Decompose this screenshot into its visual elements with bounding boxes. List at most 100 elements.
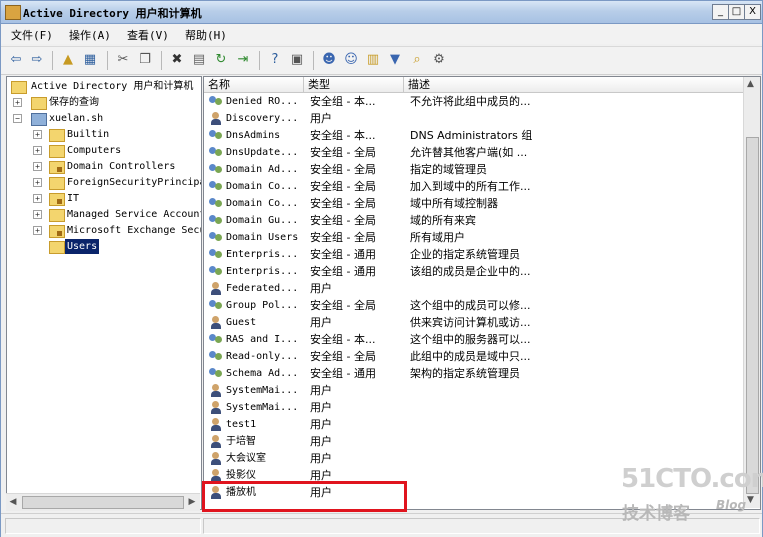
group-icon (209, 95, 223, 108)
folder-icon (49, 209, 65, 222)
cell-name: DnsAdmins (226, 130, 281, 141)
help-icon[interactable]: ? (266, 52, 284, 68)
menu-help[interactable]: 帮助(H) (185, 27, 227, 43)
cell-name: SystemMai... (226, 402, 299, 413)
scroll-thumb[interactable] (22, 496, 184, 509)
list-row[interactable]: Discovery... 用户 (204, 110, 744, 127)
scroll-right-icon[interactable]: ▶ (187, 497, 197, 507)
tree-label: Managed Service Accounts (67, 209, 202, 220)
forward-arrow-icon[interactable]: ⇨ (28, 52, 46, 68)
list-row[interactable]: Domain Co... 安全组 - 全局 域中所有域控制器 (204, 195, 744, 212)
minimize-button[interactable]: _ (712, 4, 729, 20)
tree-label: xuelan.sh (49, 113, 104, 124)
list-row[interactable]: Federated... 用户 (204, 280, 744, 297)
up-folder-icon[interactable]: ▲ (59, 52, 77, 68)
list-row[interactable]: Read-only... 安全组 - 全局 此组中的成员是域中只... (204, 348, 744, 365)
export-icon[interactable]: ⇥ (234, 52, 252, 68)
scroll-up-icon[interactable]: ▲ (747, 79, 754, 89)
list-row[interactable]: Domain Ad... 安全组 - 全局 指定的域管理员 (204, 161, 744, 178)
cell-type: 用户 (310, 452, 332, 465)
cell-description: 此组中的成员是域中只... (410, 350, 531, 363)
list-row[interactable]: Enterpris... 安全组 - 通用 该组的成员是企业中的... (204, 263, 744, 280)
list-row[interactable]: Domain Gu... 安全组 - 全局 域的所有来宾 (204, 212, 744, 229)
scroll-left-icon[interactable]: ◀ (8, 497, 18, 507)
delete-icon[interactable]: ✖ (168, 52, 186, 68)
cell-description: 该组的成员是企业中的... (410, 265, 531, 278)
back-arrow-icon[interactable]: ⇦ (7, 52, 25, 68)
list-row[interactable]: DnsAdmins 安全组 - 本... DNS Administrators 组 (204, 127, 744, 144)
column-header-name[interactable]: 名称 (204, 77, 304, 93)
expand-icon[interactable]: + (33, 146, 42, 155)
new-user-icon[interactable]: ☻ (320, 52, 338, 68)
scroll-down-icon[interactable]: ▼ (747, 495, 754, 505)
tree-label: Computers (67, 145, 122, 156)
cell-type: 安全组 - 本... (310, 95, 376, 108)
cell-name: Discovery... (226, 113, 299, 124)
list-row[interactable]: Group Pol... 安全组 - 全局 这个组中的成员可以修... (204, 297, 744, 314)
watermark-blog: Blog (716, 498, 747, 512)
show-hide-tree-icon[interactable]: ▦ (81, 52, 99, 68)
domain-icon (31, 113, 47, 126)
new-ou-icon[interactable]: ▥ (364, 52, 382, 68)
list-row[interactable]: DnsUpdate... 安全组 - 全局 允许替其他客户端(如 ... (204, 144, 744, 161)
cell-type: 用户 (310, 435, 332, 448)
column-header-type[interactable]: 类型 (304, 77, 404, 93)
expand-icon[interactable]: + (33, 178, 42, 187)
tree-horizontal-scrollbar[interactable]: ◀ ▶ (6, 493, 200, 511)
list-vertical-scrollbar[interactable]: ▲ ▼ (743, 77, 760, 508)
collapse-icon[interactable]: − (13, 114, 22, 123)
list-row[interactable]: Schema Ad... 安全组 - 通用 架构的指定系统管理员 (204, 365, 744, 382)
list-row[interactable]: RAS and I... 安全组 - 本... 这个组中的服务器可以... (204, 331, 744, 348)
list-row[interactable]: 于培智 用户 (204, 433, 744, 450)
cell-name: Domain Co... (226, 181, 299, 192)
scroll-thumb[interactable] (746, 137, 759, 494)
cell-name: 大会议室 (226, 453, 266, 464)
find-icon[interactable]: ⌕ (408, 52, 426, 68)
list-row[interactable]: SystemMai... 用户 (204, 399, 744, 416)
console-tree[interactable]: Active Directory 用户和计算机 + 保存的查询 − xuelan… (6, 76, 202, 510)
tree-label-selected: Users (65, 239, 100, 254)
user-icon (209, 418, 223, 431)
maximize-button[interactable]: □ (728, 4, 745, 20)
group-icon (209, 163, 223, 176)
cell-description: 这个组中的成员可以修... (410, 299, 531, 312)
ou-folder-icon (49, 225, 65, 238)
cell-name: Domain Ad... (226, 164, 299, 175)
cut-icon[interactable]: ✂ (114, 52, 132, 68)
add-to-group-icon[interactable]: ⚙ (430, 52, 448, 68)
cell-type: 安全组 - 通用 (310, 248, 376, 261)
refresh-icon[interactable]: ↻ (212, 52, 230, 68)
list-row[interactable]: Guest 用户 供来宾访问计算机或访... (204, 314, 744, 331)
cell-type: 安全组 - 全局 (310, 231, 376, 244)
cell-type: 安全组 - 通用 (310, 265, 376, 278)
properties-icon[interactable]: ▤ (190, 52, 208, 68)
expand-icon[interactable]: + (33, 210, 42, 219)
list-row[interactable]: test1 用户 (204, 416, 744, 433)
expand-icon[interactable]: + (13, 98, 22, 107)
folder-icon (49, 145, 65, 158)
expand-icon[interactable]: + (33, 194, 42, 203)
cell-type: 用户 (310, 401, 332, 414)
details-list[interactable]: 名称 类型 描述 Denied RO... 安全组 - 本... 不允许将此组中成员… (203, 76, 761, 510)
list-row[interactable]: Denied RO... 安全组 - 本... 不允许将此组中成员的... (204, 93, 744, 110)
menu-file[interactable]: 文件(F) (11, 27, 53, 43)
new-group-icon[interactable]: ☺ (342, 52, 360, 68)
close-button[interactable]: X (744, 4, 761, 20)
list-row[interactable]: SystemMai... 用户 (204, 382, 744, 399)
cell-name: Denied RO... (226, 96, 299, 107)
cell-type: 安全组 - 全局 (310, 180, 376, 193)
list-row[interactable]: Domain Users 安全组 - 全局 所有域用户 (204, 229, 744, 246)
menu-view[interactable]: 查看(V) (127, 27, 169, 43)
console-icon[interactable]: ▣ (288, 52, 306, 68)
menu-action[interactable]: 操作(A) (69, 27, 111, 43)
filter-icon[interactable]: ▼ (386, 52, 404, 68)
expand-icon[interactable]: + (33, 226, 42, 235)
ou-folder-icon (49, 161, 65, 174)
list-row[interactable]: Domain Co... 安全组 - 全局 加入到域中的所有工作... (204, 178, 744, 195)
tree-label: 保存的查询 (49, 97, 99, 108)
expand-icon[interactable]: + (33, 130, 42, 139)
column-header-description[interactable]: 描述 (404, 77, 744, 93)
expand-icon[interactable]: + (33, 162, 42, 171)
copy-icon[interactable]: ❐ (136, 52, 154, 68)
list-row[interactable]: Enterpris... 安全组 - 通用 企业的指定系统管理员 (204, 246, 744, 263)
